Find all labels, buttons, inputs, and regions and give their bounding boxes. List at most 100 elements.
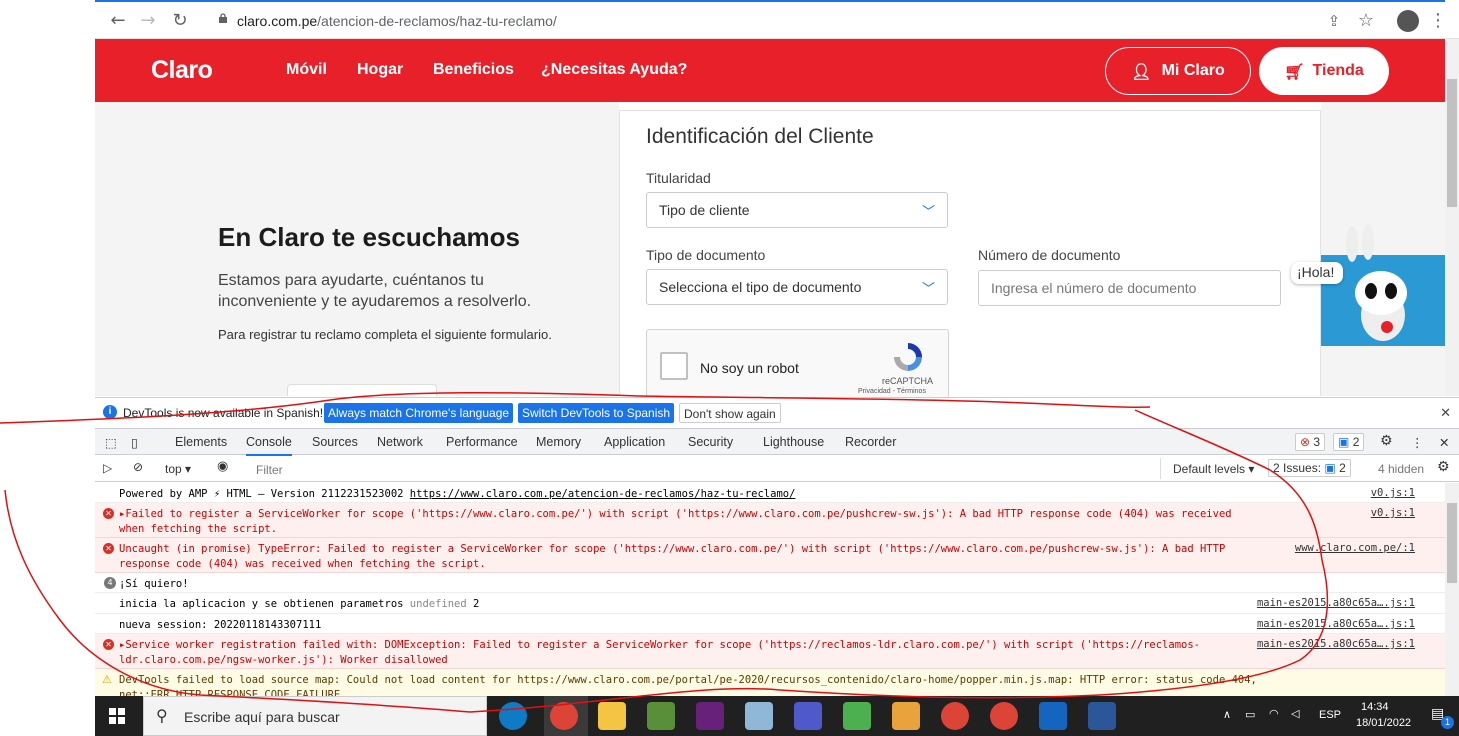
tipo-doc-select[interactable]: Selecciona el tipo de documento ﹀	[646, 269, 948, 305]
language-indicator[interactable]: ESP	[1319, 709, 1341, 721]
devtools-close-icon[interactable]: ✕	[1439, 435, 1449, 450]
system-tray: ∧ ▭ ◠ ◁ ESP 14:34 18/01/2022 ▤ 1	[1209, 696, 1459, 736]
tab-elements[interactable]: Elements	[175, 435, 227, 449]
recaptcha-links[interactable]: Privacidad - Términos	[858, 388, 926, 395]
tab-lighthouse[interactable]: Lighthouse	[763, 435, 824, 449]
log-text[interactable]: DevTools failed to load source map: Coul…	[119, 673, 1409, 696]
visual-studio-icon[interactable]	[696, 702, 724, 730]
inspect-icon[interactable]: ⬚	[105, 435, 117, 450]
tab-sources[interactable]: Sources	[312, 435, 358, 449]
hero-note: Para registrar tu reclamo completa el si…	[218, 327, 552, 342]
error-icon: ✕	[103, 508, 114, 519]
log-source[interactable]: v0.js:1	[1371, 487, 1415, 499]
url-host: claro.com.pe	[237, 13, 318, 29]
notepad-icon[interactable]	[745, 702, 773, 730]
match-language-button[interactable]: Always match Chrome's language	[324, 403, 514, 423]
issues-badge[interactable]: 2 Issues: ▣ 2	[1268, 459, 1351, 477]
form-title: Identificación del Cliente	[646, 125, 874, 148]
clock-time[interactable]: 14:34	[1361, 701, 1389, 713]
log-text: nueva session: 20220118143307111	[119, 619, 322, 631]
devtools-menu-icon[interactable]: ⋮	[1411, 435, 1424, 450]
tab-memory[interactable]: Memory	[536, 435, 581, 449]
console-row-error: ✕ ▸Failed to register a ServiceWorker fo…	[95, 503, 1445, 538]
log-source[interactable]: main-es2015.a80c65a….js:1	[1257, 597, 1415, 609]
log-text[interactable]: ▸Failed to register a ServiceWorker for …	[119, 507, 1249, 537]
app-tool-icon[interactable]	[647, 702, 675, 730]
tab-network[interactable]: Network	[377, 435, 423, 449]
hero-subtitle: Estamos para ayudarte, cuéntanos tu inco…	[218, 272, 532, 310]
num-doc-input[interactable]: Ingresa el número de documento	[978, 270, 1281, 306]
message-icon: ▣	[1338, 435, 1350, 449]
chrome-icon-3[interactable]	[990, 702, 1018, 730]
nav-beneficios[interactable]: Beneficios	[433, 61, 514, 79]
log-link[interactable]: https://www.claro.com.pe/atencion-de-rec…	[410, 488, 796, 500]
menu-kebab-icon[interactable]: ⋮	[1425, 8, 1451, 34]
url-field[interactable]: claro.com.pe/atencion-de-reclamos/haz-tu…	[210, 6, 1300, 36]
tab-console[interactable]: Console	[246, 435, 292, 456]
tab-security[interactable]: Security	[688, 435, 733, 449]
page-scrollbar[interactable]	[1445, 39, 1459, 396]
log-source[interactable]: v0.js:1	[1371, 507, 1415, 519]
titularidad-select[interactable]: Tipo de cliente ﹀	[646, 192, 948, 228]
switch-spanish-button[interactable]: Switch DevTools to Spanish	[518, 403, 675, 423]
log-source[interactable]: main-es2015.a80c65a….js:1	[1257, 618, 1415, 630]
media-icon[interactable]	[843, 702, 871, 730]
edge-icon[interactable]	[499, 702, 527, 730]
console-row-warning: ⚠ DevTools failed to load source map: Co…	[95, 669, 1445, 696]
nav-hogar[interactable]: Hogar	[357, 61, 403, 79]
device-toolbar-icon[interactable]: ▯	[131, 435, 138, 450]
log-text[interactable]: Uncaught (in promise) TypeError: Failed …	[119, 542, 1249, 572]
sidebar-toggle-icon[interactable]: ▷	[103, 461, 112, 475]
tienda-button[interactable]: 🛒︎ Tienda	[1259, 47, 1389, 95]
close-icon[interactable]: ✕	[1440, 405, 1451, 421]
lock-icon[interactable]	[218, 13, 228, 23]
log-source[interactable]: main-es2015.a80c65a….js:1	[1257, 638, 1415, 650]
profile-avatar[interactable]	[1397, 10, 1419, 32]
context-value: top	[165, 462, 182, 476]
context-selector[interactable]: top ▾	[165, 462, 191, 476]
settings-gear-icon[interactable]: ⚙	[1380, 433, 1393, 449]
file-explorer-icon[interactable]	[598, 702, 626, 730]
wifi-icon[interactable]: ◠	[1269, 707, 1279, 720]
nav-movil[interactable]: Móvil	[286, 61, 327, 79]
filter-input[interactable]: Filter	[246, 458, 1161, 479]
dont-show-button[interactable]: Don't show again	[679, 403, 781, 423]
tab-performance[interactable]: Performance	[446, 435, 518, 449]
log-text[interactable]: ▸Service worker registration failed with…	[119, 638, 1249, 668]
mi-claro-button[interactable]: 👤︎ Mi Claro	[1105, 47, 1251, 95]
share-icon[interactable]: ⇪	[1321, 8, 1347, 34]
claro-logo[interactable]: Claro	[151, 56, 213, 85]
tab-recorder[interactable]: Recorder	[845, 435, 896, 449]
console-scrollbar[interactable]	[1445, 483, 1459, 696]
windows-start-icon[interactable]	[109, 708, 125, 724]
console-settings-icon[interactable]: ⚙	[1437, 459, 1450, 475]
eye-icon[interactable]: ◉	[217, 459, 228, 474]
taskbar-search[interactable]: ⚲ Escribe aquí para buscar	[143, 696, 487, 736]
reload-icon[interactable]: ↻	[167, 8, 193, 34]
recaptcha-label: No soy un robot	[700, 360, 799, 376]
volume-icon[interactable]: ◁	[1291, 707, 1299, 720]
back-icon[interactable]: ←	[105, 8, 131, 34]
teams-icon[interactable]	[794, 702, 822, 730]
security-shield-icon[interactable]	[1039, 702, 1067, 730]
recaptcha-checkbox[interactable]	[660, 352, 688, 380]
error-count-badge[interactable]: ⊗ 3	[1295, 433, 1326, 451]
chrome-icon[interactable]	[550, 702, 578, 730]
word-icon[interactable]	[1088, 702, 1116, 730]
tab-application[interactable]: Application	[604, 435, 665, 449]
tipo-doc-label: Tipo de documento	[646, 247, 766, 263]
levels-dropdown[interactable]: Default levels ▾	[1173, 462, 1254, 476]
chevron-up-icon[interactable]: ∧	[1223, 708, 1231, 721]
log-source[interactable]: www.claro.com.pe/:1	[1295, 542, 1415, 554]
battery-icon[interactable]: ▭	[1245, 708, 1255, 721]
nav-ayuda[interactable]: ¿Necesitas Ayuda?	[541, 61, 687, 79]
issues-label: 2 Issues:	[1273, 461, 1322, 475]
chatbot-greeting[interactable]: ¡Hola!	[1291, 262, 1343, 284]
clock-date[interactable]: 18/01/2022	[1356, 717, 1411, 729]
player-icon[interactable]	[892, 702, 920, 730]
forward-icon[interactable]: →	[135, 8, 161, 34]
bookmark-star-icon[interactable]: ☆	[1353, 8, 1379, 34]
chrome-icon-2[interactable]	[941, 702, 969, 730]
clear-console-icon[interactable]: ⊘	[133, 460, 143, 474]
message-count-badge[interactable]: ▣ 2	[1333, 433, 1365, 451]
